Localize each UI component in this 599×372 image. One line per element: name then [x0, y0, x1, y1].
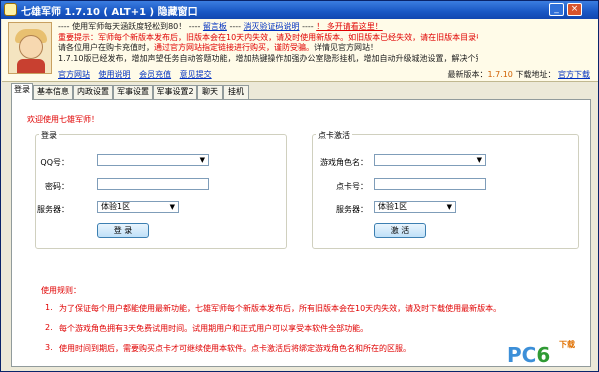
chevron-down-icon: ▼ [446, 203, 452, 211]
message-board-link[interactable]: 留言板 [203, 22, 227, 31]
login-server-select[interactable]: 体验1区 ▼ [97, 201, 179, 213]
tab-idle[interactable]: 挂机 [223, 85, 249, 99]
watermark-six: 6 [536, 343, 551, 367]
watermark-pc: PC [507, 343, 537, 367]
chevron-down-icon: ▼ [199, 156, 205, 164]
feedback-link[interactable]: 意见提交 [180, 70, 212, 79]
activate-button[interactable]: 激 活 [374, 223, 426, 238]
password-field[interactable] [97, 178, 209, 190]
role-name-select[interactable]: ▼ [374, 154, 486, 166]
app-icon [4, 3, 17, 16]
header-links: 官方网站 使用说明 会员充值 意见提交 [58, 69, 218, 80]
title-bar[interactable]: 七雄军师 1.7.10 ( ALT+1 ) 隐藏窗口 _ × [1, 1, 598, 19]
rule-number: 3. [45, 343, 53, 352]
notice-line-3: 请各位用户在购卡充值时，通过官方网站指定链接进行购买，谨防受骗。详情见官方网站！ [58, 43, 478, 54]
role-name-label: 游戏角色名： [320, 158, 368, 167]
card-number-label: 点卡号： [336, 182, 368, 191]
minimize-button[interactable]: _ [549, 3, 564, 16]
login-button[interactable]: 登 录 [97, 223, 149, 238]
download-label: 下载地址： [515, 70, 556, 79]
login-group-title: 登录 [39, 130, 59, 141]
login-server-value: 体验1区 [101, 202, 131, 211]
notice-area: ---- 使用军师每天涵跃度轻松到80！ ---- 留言板 ---- 消灭验证码… [58, 22, 478, 64]
notice-text: 详情见官方网站！ [314, 43, 378, 52]
card-server-select[interactable]: 体验1区 ▼ [374, 201, 456, 213]
rule-text: 每个游戏角色拥有3天免费试用时间。试用期用户和正式用户可以享受本软件全部功能。 [59, 324, 369, 333]
version-info: 最新版本：1.7.10 下载地址： 官方下载 [447, 69, 590, 80]
rule-number: 2. [45, 323, 53, 332]
rule-text: 使用时间到期后，需要购买点卡才可继续使用本软件。点卡激活后将绑定游戏角色名和所在… [59, 344, 411, 353]
notice-line-1: ---- 使用军师每天涵跃度轻松到80！ ---- 留言板 ---- 消灭验证码… [58, 22, 478, 33]
qq-select[interactable]: ▼ [97, 154, 209, 166]
window-title: 七雄军师 1.7.10 ( ALT+1 ) 隐藏窗口 [21, 7, 198, 18]
avatar [8, 22, 52, 74]
notice-line-2: 重要提示：军师每个新版本发布后，旧版本会在10天内失效，请及时使用新版本。如旧版… [58, 33, 478, 44]
important-label: 重要提示： [58, 32, 98, 42]
separator: ---- [229, 22, 241, 31]
tab-login[interactable]: 登录 [11, 83, 33, 100]
important-text: 军师每个新版本发布后，旧版本会在10天内失效，请及时使用新版本。如旧版本已经失效… [98, 32, 478, 42]
captcha-help-link[interactable]: 消灭验证码说明 [244, 22, 300, 31]
rule-item: 2. 每个游戏角色拥有3天免费试用时间。试用期用户和正式用户可以享受本软件全部功… [45, 323, 369, 334]
rules-title: 使用规则： [41, 286, 81, 295]
notice-line-4: 1.7.10版已经发布，增加声望任务自动答题功能，增加热键操作加强办公室隐形挂机… [58, 54, 478, 65]
rule-number: 1. [45, 303, 53, 312]
latest-version-label: 最新版本： [447, 70, 488, 79]
password-label: 密码： [45, 182, 69, 191]
usage-guide-link[interactable]: 使用说明 [99, 70, 131, 79]
card-group-title: 点卡激活 [316, 130, 352, 141]
chevron-down-icon: ▼ [476, 156, 482, 164]
tab-internal-settings[interactable]: 内政设置 [73, 85, 113, 99]
chevron-down-icon: ▼ [169, 203, 175, 211]
warning-text: 通过官方网站指定链接进行购买，谨防受骗。 [154, 43, 314, 52]
latest-version-value: 1.7.10 [487, 70, 513, 79]
card-number-field[interactable] [374, 178, 486, 190]
card-server-value: 体验1区 [378, 202, 408, 211]
official-site-link[interactable]: 官方网站 [58, 70, 90, 79]
qq-label: QQ号： [40, 158, 69, 167]
watermark-small: 下载 [559, 340, 575, 349]
member-recharge-link[interactable]: 会员充值 [139, 70, 171, 79]
multi-open-link[interactable]: ！ 多开请看这里！ [316, 22, 383, 31]
login-group [35, 134, 287, 249]
release-note: 1.7.10版已经发布，增加声望任务自动答题功能，增加热键操作加强办公室隐形挂机… [58, 53, 478, 63]
separator: ---- [302, 22, 314, 31]
login-server-label: 服务器： [37, 205, 69, 214]
site-watermark: PC6 下载 [507, 340, 575, 367]
card-server-label: 服务器： [336, 205, 368, 214]
tab-military-settings-2[interactable]: 军事设置2 [153, 85, 197, 99]
official-download-link[interactable]: 官方下载 [558, 70, 590, 79]
main-window: 七雄军师 1.7.10 ( ALT+1 ) 隐藏窗口 _ × ---- 使用军师… [0, 0, 599, 372]
tab-military-settings[interactable]: 军事设置 [113, 85, 153, 99]
tab-chat[interactable]: 聊天 [197, 85, 223, 99]
welcome-text: 欢迎使用七雄军师！ [27, 115, 99, 124]
tab-basic-info[interactable]: 基本信息 [33, 85, 73, 99]
header-banner: ---- 使用军师每天涵跃度轻松到80！ ---- 留言板 ---- 消灭验证码… [2, 19, 598, 82]
rule-item: 3. 使用时间到期后，需要购买点卡才可继续使用本软件。点卡激活后将绑定游戏角色名… [45, 343, 411, 354]
notice-text: ---- 使用军师每天涵跃度轻松到80！ ---- [58, 22, 201, 31]
notice-text: 请各位用户在购卡充值时， [58, 43, 154, 52]
close-button[interactable]: × [567, 3, 582, 16]
rule-text: 为了保证每个用户都能使用最新功能，七雄军师每个新版本发布后，所有旧版本会在10天… [59, 304, 502, 313]
rule-item: 1. 为了保证每个用户都能使用最新功能，七雄军师每个新版本发布后，所有旧版本会在… [45, 303, 502, 314]
